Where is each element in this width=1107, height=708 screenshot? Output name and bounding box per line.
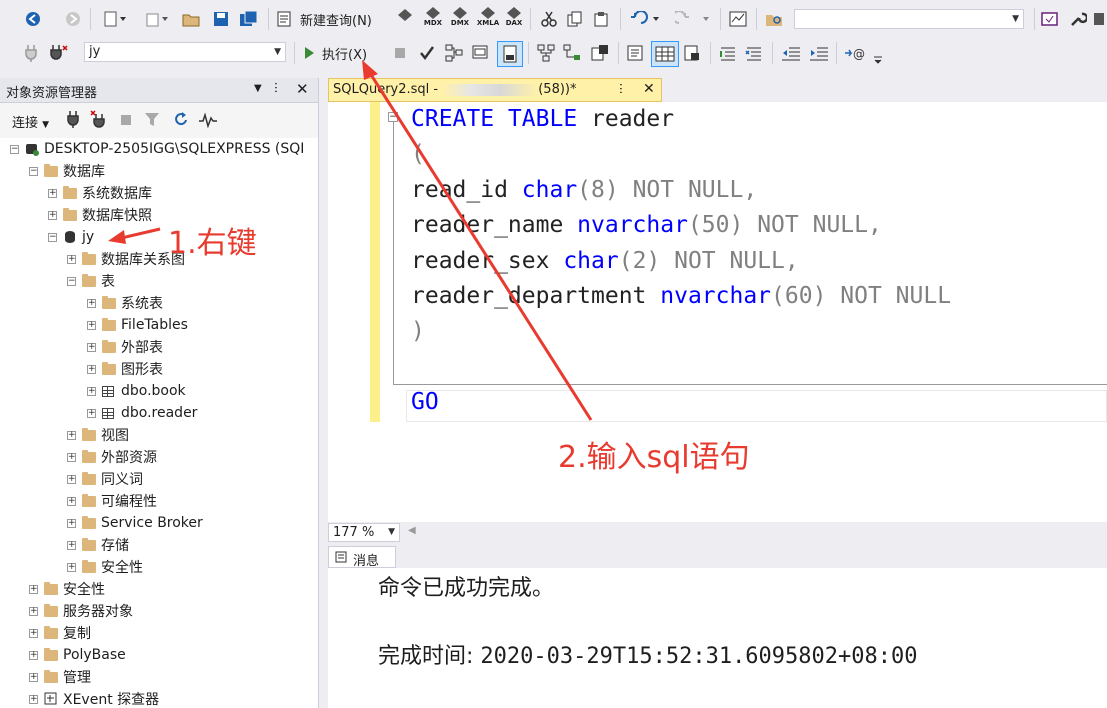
annotation-arrowhead-2 xyxy=(362,60,378,80)
annotation-arrowhead-1 xyxy=(108,230,126,244)
annotation-step1: 1.右键 xyxy=(168,226,257,261)
annotation-step2: 2.输入sql语句 xyxy=(558,440,750,475)
annotation-overlay xyxy=(108,60,593,421)
annotation-arrow-2 xyxy=(366,69,593,421)
